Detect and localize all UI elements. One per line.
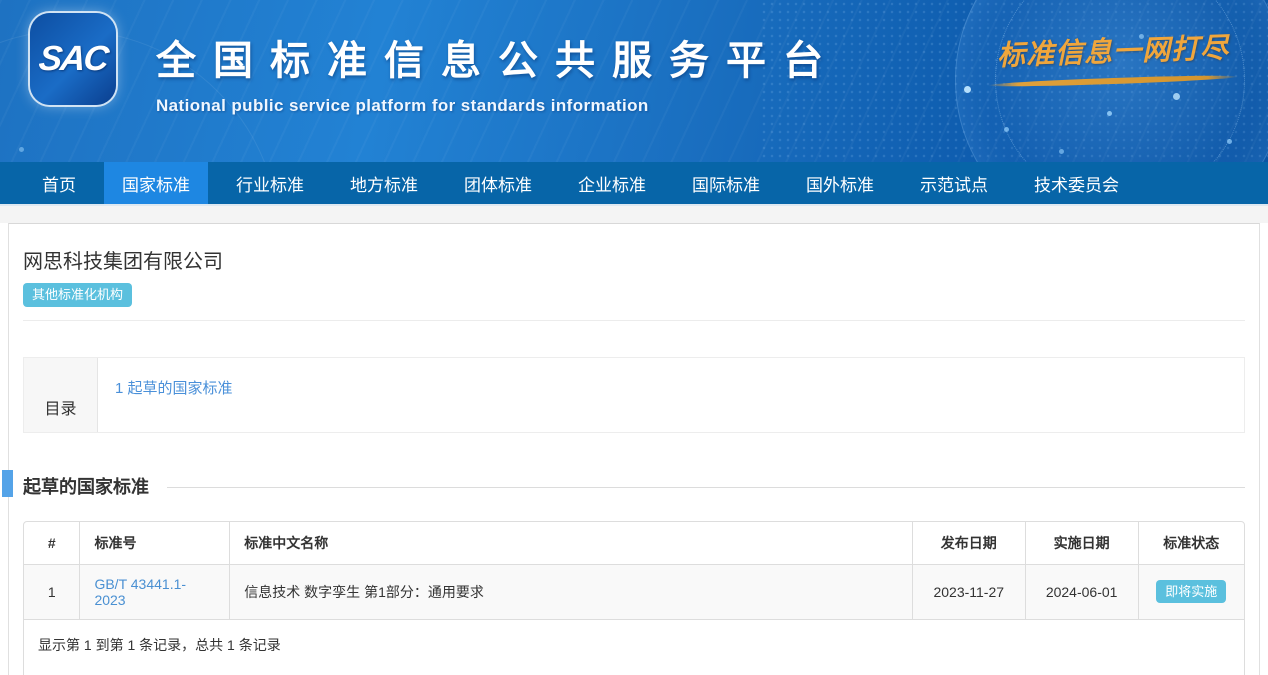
org-type-badge: 其他标准化机构 xyxy=(23,283,132,307)
site-header: SAC 全国标准信息公共服务平台 National public service… xyxy=(0,0,1268,162)
nav-item-foreign-standards[interactable]: 国外标准 xyxy=(788,162,892,204)
section-title: 起草的国家标准 xyxy=(23,473,149,499)
cell-publish-date: 2023-11-27 xyxy=(912,564,1025,619)
col-header-status: 标准状态 xyxy=(1138,522,1244,565)
section-rule-line xyxy=(167,487,1245,488)
nav-item-national-standards[interactable]: 国家标准 xyxy=(104,162,208,204)
cell-status: 即将实施 xyxy=(1138,564,1244,619)
table-header-row: # 标准号 标准中文名称 发布日期 实施日期 标准状态 xyxy=(24,522,1244,565)
record-count-summary: 显示第 1 到第 1 条记录，总共 1 条记录 xyxy=(24,619,1244,675)
col-header-implement-date: 实施日期 xyxy=(1025,522,1138,565)
col-header-index: # xyxy=(24,522,80,565)
sac-logo-text: SAC xyxy=(37,39,109,79)
cell-standard-name: 信息技术 数字孪生 第1部分：通用要求 xyxy=(230,564,913,619)
slogan: 标准信息一网打尽 xyxy=(988,30,1238,84)
nav-item-enterprise-standards[interactable]: 企业标准 xyxy=(560,162,664,204)
col-header-standard-no: 标准号 xyxy=(80,522,230,565)
nav-content-gap xyxy=(0,206,1268,223)
status-badge: 即将实施 xyxy=(1156,580,1226,604)
nav-item-group-standards[interactable]: 团体标准 xyxy=(446,162,550,204)
cell-standard-no: GB/T 43441.1-2023 xyxy=(80,564,230,619)
slogan-text: 标准信息一网打尽 xyxy=(987,26,1238,75)
col-header-publish-date: 发布日期 xyxy=(912,522,1025,565)
toc-links: 1 起草的国家标准 xyxy=(98,358,233,432)
nav-item-local-standards[interactable]: 地方标准 xyxy=(332,162,436,204)
standards-table: # 标准号 标准中文名称 发布日期 实施日期 标准状态 1 GB/T 43441… xyxy=(23,521,1245,675)
cell-implement-date: 2024-06-01 xyxy=(1025,564,1138,619)
site-title: 全国标准信息公共服务平台 xyxy=(156,28,840,86)
nav-item-industry-standards[interactable]: 行业标准 xyxy=(218,162,322,204)
page: SAC 全国标准信息公共服务平台 National public service… xyxy=(0,0,1268,675)
nav-item-technical-committee[interactable]: 技术委员会 xyxy=(1016,162,1137,204)
section-accent-bar xyxy=(2,470,13,497)
nav-item-home[interactable]: 首页 xyxy=(24,162,94,204)
main-nav: 首页 国家标准 行业标准 地方标准 团体标准 企业标准 国际标准 国外标准 示范… xyxy=(0,162,1268,206)
site-subtitle: National public service platform for sta… xyxy=(156,96,840,116)
separator xyxy=(23,320,1245,321)
table-row: 1 GB/T 43441.1-2023 信息技术 数字孪生 第1部分：通用要求 … xyxy=(24,564,1244,619)
section-header: 起草的国家标准 xyxy=(23,473,1245,499)
sac-logo[interactable]: SAC xyxy=(30,13,116,105)
standard-number-link[interactable]: GB/T 43441.1-2023 xyxy=(94,576,186,608)
table-summary-row: 显示第 1 到第 1 条记录，总共 1 条记录 xyxy=(24,619,1244,675)
glow-dots-decoration xyxy=(0,0,3,3)
nav-item-international-standards[interactable]: 国际标准 xyxy=(674,162,778,204)
col-header-standard-name: 标准中文名称 xyxy=(230,522,913,565)
nav-item-pilot-demonstration[interactable]: 示范试点 xyxy=(902,162,1006,204)
title-block: 全国标准信息公共服务平台 National public service pla… xyxy=(156,28,840,116)
toc-label: 目录 xyxy=(24,358,98,432)
toc: 目录 1 起草的国家标准 xyxy=(23,357,1245,433)
cell-index: 1 xyxy=(24,564,80,619)
content-panel: 网思科技集团有限公司 其他标准化机构 目录 1 起草的国家标准 起草的国家标准 xyxy=(8,223,1260,675)
toc-link-drafted-national-standards[interactable]: 1 起草的国家标准 xyxy=(115,380,233,397)
org-name: 网思科技集团有限公司 xyxy=(23,240,1245,274)
